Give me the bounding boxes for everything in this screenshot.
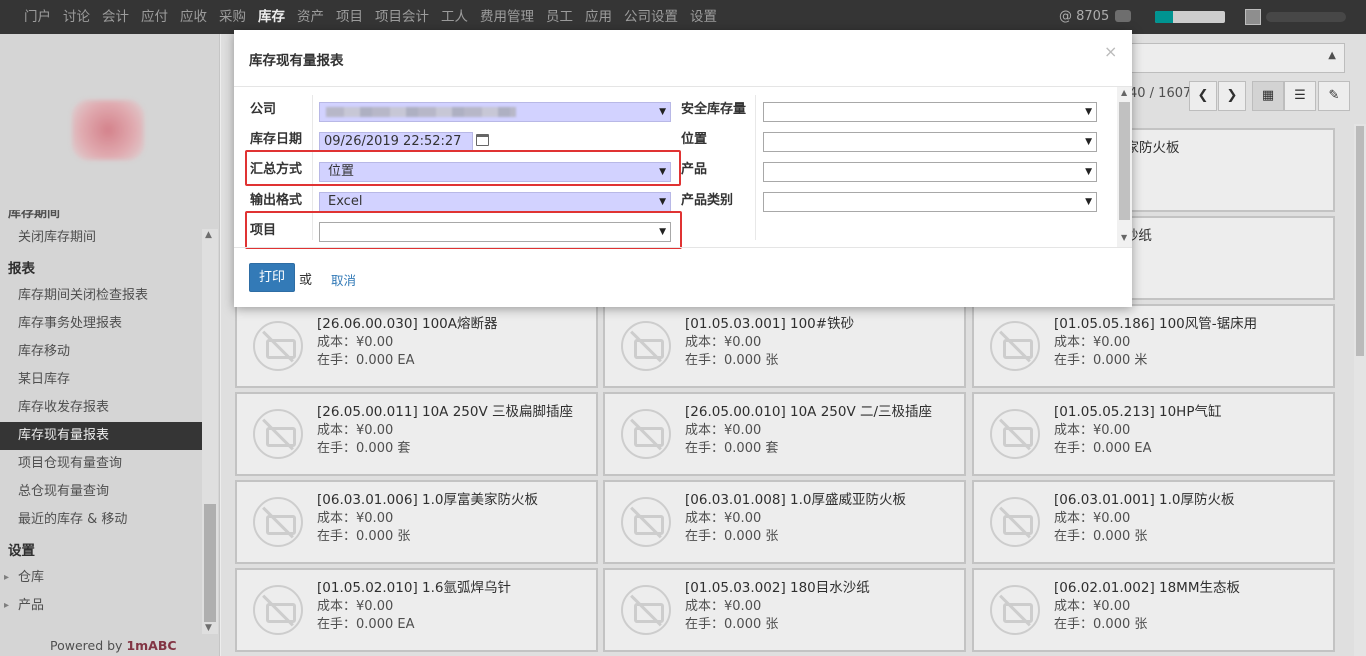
location-label: 位置 <box>681 132 708 147</box>
calendar-icon[interactable] <box>476 134 489 146</box>
scroll-up-icon[interactable]: ▲ <box>1121 88 1127 97</box>
annotation-highlight-project <box>245 211 682 249</box>
chevron-down-icon: ▼ <box>1085 167 1092 177</box>
chevron-down-icon: ▼ <box>1085 107 1092 117</box>
safety-stock-select[interactable]: ▼ <box>763 102 1097 122</box>
report-dialog: 库存现有量报表 × 公司 ▼ 库存日期 09/26/2019 22:52:27 … <box>234 30 1132 307</box>
format-label: 输出格式 <box>250 193 303 208</box>
chevron-down-icon: ▼ <box>659 107 666 117</box>
dialog-scroll-thumb[interactable] <box>1119 102 1130 220</box>
location-select[interactable]: ▼ <box>763 132 1097 152</box>
company-select[interactable]: ▼ <box>319 102 671 122</box>
company-value-redacted <box>326 107 516 117</box>
safety-stock-label: 安全库存量 <box>681 102 747 117</box>
dialog-scrollbar[interactable]: ▲ ▼ <box>1117 87 1132 247</box>
format-select[interactable]: Excel ▼ <box>319 192 671 212</box>
product-select[interactable]: ▼ <box>763 162 1097 182</box>
chevron-down-icon: ▼ <box>659 197 666 207</box>
category-label: 产品类别 <box>681 193 734 208</box>
cancel-link[interactable]: 取消 <box>331 270 356 289</box>
date-label: 库存日期 <box>250 132 303 147</box>
print-button[interactable]: 打印 <box>249 263 295 292</box>
column-separator <box>755 95 756 240</box>
divider <box>234 86 1132 87</box>
scroll-down-icon[interactable]: ▼ <box>1121 233 1127 242</box>
chevron-down-icon: ▼ <box>1085 197 1092 207</box>
close-icon[interactable]: × <box>1104 42 1117 61</box>
chevron-down-icon: ▼ <box>1085 137 1092 147</box>
annotation-highlight-summary <box>245 150 681 186</box>
product-label: 产品 <box>681 162 708 177</box>
divider <box>234 247 1132 248</box>
or-text: 或 <box>299 273 313 288</box>
dialog-title: 库存现有量报表 <box>249 53 344 69</box>
category-select[interactable]: ▼ <box>763 192 1097 212</box>
company-label: 公司 <box>250 102 277 117</box>
date-input[interactable]: 09/26/2019 22:52:27 <box>319 132 473 152</box>
